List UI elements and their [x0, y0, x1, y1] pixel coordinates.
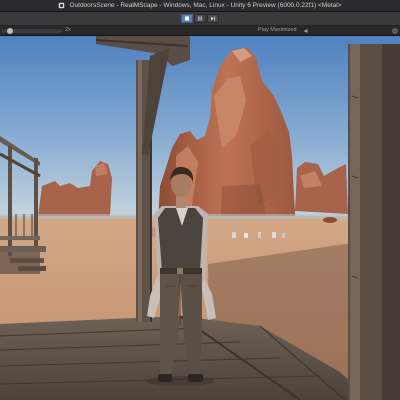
right-doorframe — [348, 44, 400, 400]
game-viewport[interactable] — [0, 36, 400, 400]
play-icon — [185, 16, 189, 21]
pause-button[interactable] — [194, 14, 206, 23]
play-maximized-dropdown[interactable]: Play Maximized — [258, 27, 297, 33]
pause-icon — [198, 16, 202, 21]
scale-slider[interactable] — [2, 28, 62, 34]
scale-slider-knob[interactable] — [7, 28, 13, 34]
unity-editor-window: OutdoorsScene - RealMScape - Windows, Ma… — [0, 0, 400, 400]
speaker-icon[interactable] — [304, 28, 310, 34]
step-icon — [211, 16, 216, 21]
play-button[interactable] — [181, 14, 193, 23]
title-bar: OutdoorsScene - RealMScape - Windows, Ma… — [0, 0, 400, 12]
scale-value-label: 2x — [65, 27, 71, 33]
boulder — [323, 217, 337, 223]
desert-scene — [0, 36, 400, 400]
play-toolbar — [0, 12, 400, 26]
gizmos-icon[interactable] — [392, 28, 398, 34]
play-controls — [181, 14, 219, 23]
window-title: OutdoorsScene - RealMScape - Windows, Ma… — [69, 2, 342, 9]
step-button[interactable] — [207, 14, 219, 23]
game-view-toolbar: 2x Play Maximized — [0, 26, 400, 36]
unity-icon — [59, 2, 65, 9]
